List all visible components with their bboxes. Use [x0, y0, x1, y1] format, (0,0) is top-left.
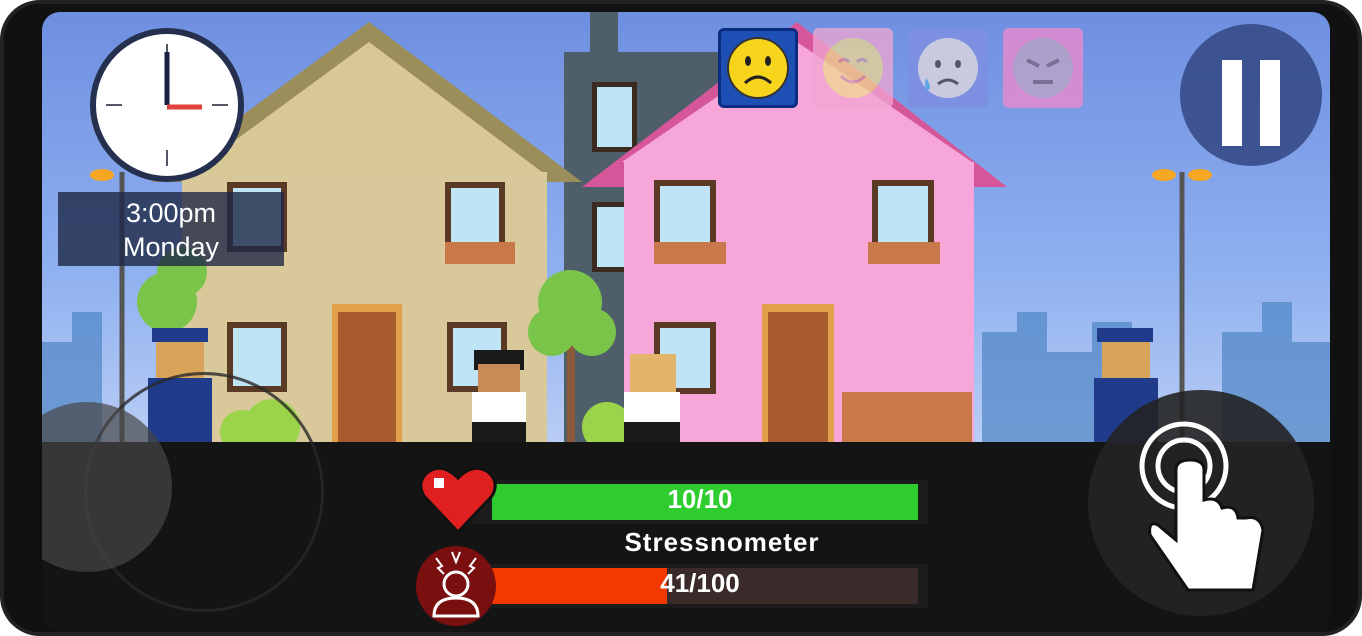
heart-icon	[419, 466, 497, 535]
pause-button[interactable]	[1180, 24, 1322, 166]
mood-angry-button[interactable]	[1003, 28, 1083, 108]
pause-icon	[1222, 60, 1280, 146]
device-frame: 3:00pm Monday 10/10 Stressnometer 41/100	[0, 0, 1362, 636]
stress-bar: 41/100	[472, 564, 928, 608]
health-bar-text: 10/10	[667, 484, 733, 514]
angry-face-icon	[1013, 38, 1073, 98]
stress-label: Stressnometer	[624, 527, 820, 557]
time-text: 3:00pm	[125, 198, 217, 228]
game-screen: 3:00pm Monday 10/10 Stressnometer 41/100	[42, 12, 1330, 632]
action-button[interactable]	[1088, 390, 1314, 616]
happy-face-icon	[823, 38, 883, 98]
anxious-face-icon	[918, 38, 978, 98]
sad-face-icon	[727, 37, 789, 99]
stress-bar-text: 41/100	[660, 568, 740, 598]
tap-hand-icon	[1139, 421, 1265, 592]
stress-head-icon	[416, 546, 496, 626]
mood-anxious-button[interactable]	[908, 28, 988, 108]
npc-character	[624, 354, 680, 442]
clock-icon	[90, 28, 244, 182]
day-text: Monday	[122, 232, 220, 262]
mood-happy-button[interactable]	[813, 28, 893, 108]
time-display: 3:00pm Monday	[58, 192, 284, 266]
player-character	[472, 350, 526, 442]
mood-sad-button[interactable]	[718, 28, 798, 108]
health-bar: 10/10	[472, 480, 928, 524]
